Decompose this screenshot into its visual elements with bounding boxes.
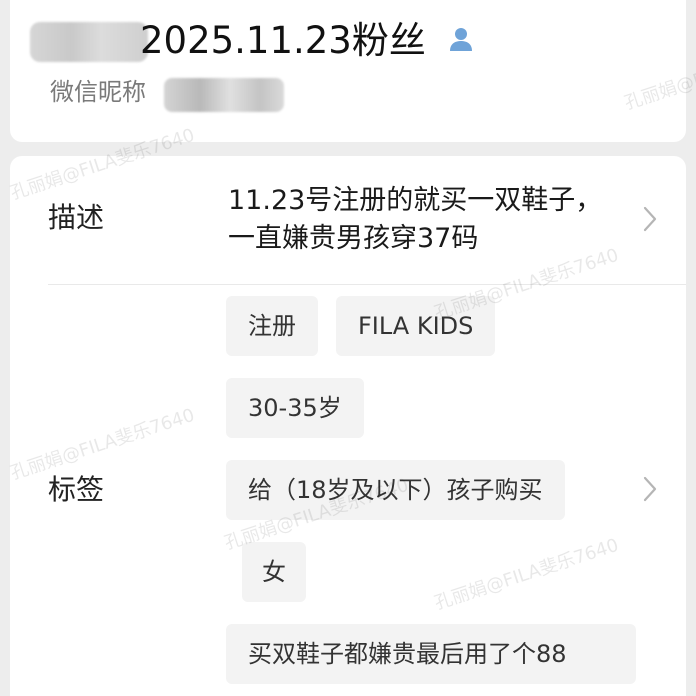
redacted-nickname-blur bbox=[164, 78, 284, 112]
profile-detail-card: 描述 11.23号注册的就买一双鞋子，一直嫌贵男孩穿37码 标签 注册 FILA… bbox=[10, 156, 686, 696]
row-divider bbox=[48, 284, 686, 285]
description-text: 11.23号注册的就买一双鞋子，一直嫌贵男孩穿37码 bbox=[228, 185, 603, 254]
tag-chip: 女 bbox=[242, 542, 306, 602]
redacted-name-blur bbox=[30, 22, 148, 62]
profile-title: 2025.11.23粉丝 bbox=[140, 19, 426, 62]
customer-profile-page: 2025.11.23粉丝 微信昵称 描述 11.23号注册的就买一双鞋子，一直嫌… bbox=[0, 0, 696, 696]
chevron-right-icon[interactable] bbox=[640, 474, 660, 504]
tag-chip: 注册 bbox=[226, 296, 318, 356]
person-icon bbox=[450, 28, 472, 51]
chevron-right-icon[interactable] bbox=[640, 204, 660, 234]
tag-chip: 30-35岁 bbox=[226, 378, 364, 438]
tag-chip: 给（18岁及以下）孩子购买 bbox=[226, 460, 565, 520]
tags-label: 标签 bbox=[48, 473, 105, 506]
tag-chip: 买双鞋子都嫌贵最后用了个88 bbox=[226, 624, 636, 684]
tag-chip: FILA KIDS bbox=[336, 296, 496, 356]
wechat-nickname-label: 微信昵称 bbox=[50, 78, 146, 106]
description-label: 描述 bbox=[48, 201, 105, 234]
profile-header-card: 2025.11.23粉丝 微信昵称 bbox=[10, 0, 686, 142]
